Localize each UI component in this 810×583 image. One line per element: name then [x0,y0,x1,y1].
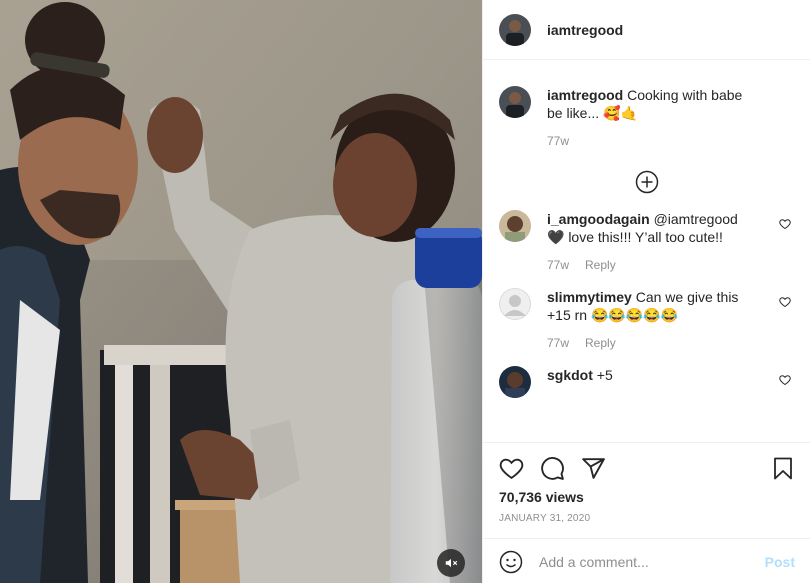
comment-item: sgkdot +5 [499,366,795,398]
caption-age[interactable]: 77w [547,132,569,150]
share-icon[interactable] [581,456,606,481]
reply-button[interactable]: Reply [585,256,616,274]
plus-circle-icon[interactable] [635,170,659,194]
comments-list[interactable]: iamtregood Cooking with babe be like... … [483,66,810,442]
comment-username[interactable]: i_amgoodagain [547,211,650,227]
caption-username[interactable]: iamtregood [547,87,623,103]
post-video[interactable] [0,0,482,583]
commenter-avatar[interactable] [499,288,531,320]
comment-icon[interactable] [540,456,565,481]
comment-input[interactable] [539,553,759,570]
author-avatar[interactable] [499,13,531,46]
author-avatar[interactable] [499,86,531,118]
view-count[interactable]: 70,736 views [483,489,810,505]
heart-icon[interactable] [779,374,791,386]
post-side-panel: iamtregood iamtregood Cooking with babe … [482,0,810,583]
comment-text: +5 [596,367,613,383]
comment-username[interactable]: sgkdot [547,367,593,383]
post-header: iamtregood [483,0,810,60]
mute-icon [445,558,458,568]
author-username[interactable]: iamtregood [547,22,623,38]
bookmark-icon[interactable] [771,456,795,481]
commenter-avatar[interactable] [499,210,531,242]
post-footer: 70,736 views JANUARY 31, 2020 Post [483,442,810,573]
post-date[interactable]: JANUARY 31, 2020 [483,513,810,524]
comment-item: slimmytimey Can we give this +15 rn 😂😂😂😂… [499,288,795,352]
mute-button[interactable] [437,549,465,577]
video-frame-image [0,0,482,583]
comment-composer: Post [483,538,810,583]
heart-icon[interactable] [779,296,791,308]
smiley-icon[interactable] [499,550,523,574]
post-comment-button[interactable]: Post [765,554,795,570]
comment-item: i_amgoodagain @iamtregood 🖤 love this!!!… [499,210,795,274]
action-bar [483,443,810,493]
reply-button[interactable]: Reply [585,334,616,352]
caption: iamtregood Cooking with babe be like... … [499,66,795,150]
commenter-avatar[interactable] [499,366,531,398]
comment-age[interactable]: 77w [547,334,569,352]
comment-age[interactable]: 77w [547,256,569,274]
heart-icon[interactable] [779,218,791,230]
heart-icon[interactable] [499,456,524,481]
comment-username[interactable]: slimmytimey [547,289,632,305]
